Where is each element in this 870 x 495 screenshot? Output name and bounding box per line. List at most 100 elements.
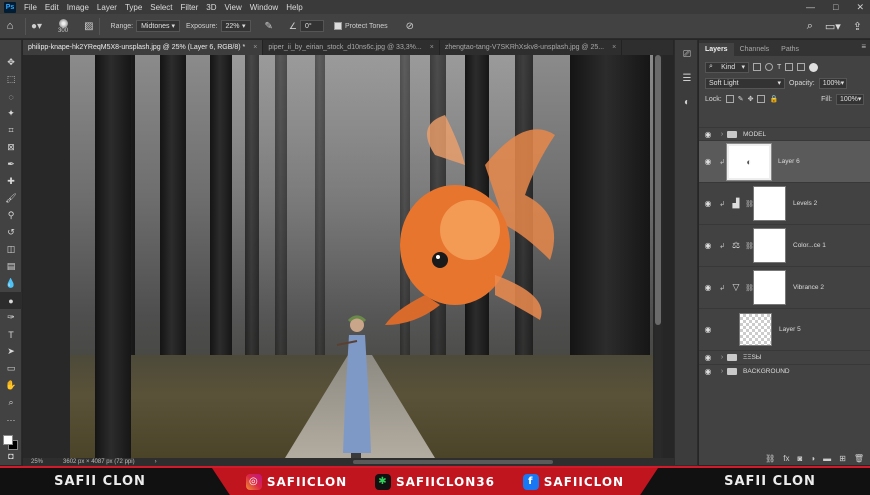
- lock-all-icon[interactable]: 🔒: [769, 95, 778, 103]
- chain-link-icon[interactable]: ⛓: [745, 200, 754, 208]
- move-tool-icon[interactable]: ✥: [0, 54, 22, 71]
- filter-smart-object-icon[interactable]: [797, 63, 806, 71]
- eye-icon[interactable]: ◉: [699, 283, 717, 292]
- new-layer-icon[interactable]: ⊞: [839, 454, 846, 463]
- menu-select[interactable]: Select: [146, 3, 176, 12]
- minimize-icon[interactable]: —: [806, 2, 815, 12]
- layer-mask-thumbnail[interactable]: [753, 270, 786, 305]
- angle-input[interactable]: 0°: [299, 20, 324, 32]
- eye-icon[interactable]: ◉: [699, 130, 717, 139]
- blur-tool-icon[interactable]: 💧: [0, 275, 22, 292]
- opacity-input[interactable]: 100% ▾: [818, 77, 847, 89]
- close-icon[interactable]: ✕: [856, 2, 864, 13]
- document-canvas[interactable]: [70, 55, 653, 458]
- gradient-tool-icon[interactable]: ▤: [0, 258, 22, 275]
- close-icon[interactable]: ×: [430, 44, 434, 51]
- layer-style-icon[interactable]: fx: [783, 454, 789, 463]
- brush-preset-picker[interactable]: 300: [52, 16, 74, 37]
- quick-mask-icon[interactable]: ◘: [0, 447, 22, 464]
- layer-row[interactable]: ◉ Layer 5: [699, 308, 870, 350]
- tab-document-1[interactable]: philipp-knape-hk2YReqM5X8-unsplash.jpg @…: [23, 40, 264, 55]
- chain-link-icon[interactable]: ⛓: [745, 242, 754, 250]
- rectangle-tool-icon[interactable]: ▭: [0, 360, 22, 377]
- pen-tool-icon[interactable]: ✑: [0, 309, 22, 326]
- menu-filter[interactable]: Filter: [177, 3, 203, 12]
- healing-brush-tool-icon[interactable]: ✚: [0, 173, 22, 190]
- path-selection-tool-icon[interactable]: ➤: [0, 343, 22, 360]
- chevron-right-icon[interactable]: ›: [717, 354, 727, 361]
- eraser-tool-icon[interactable]: ◫: [0, 241, 22, 258]
- menu-edit[interactable]: Edit: [41, 3, 63, 12]
- menu-file[interactable]: File: [20, 3, 41, 12]
- scroll-thumb[interactable]: [655, 55, 661, 325]
- layer-row[interactable]: ◉ › MODEL: [699, 127, 870, 140]
- close-icon[interactable]: ×: [612, 44, 616, 51]
- eye-icon[interactable]: ◉: [699, 367, 717, 376]
- lock-position-icon[interactable]: ✥: [748, 95, 754, 103]
- zoom-level[interactable]: 25%: [31, 459, 43, 465]
- protect-tones-checkbox[interactable]: Protect Tones: [333, 22, 388, 30]
- dodge-tool-preset-icon[interactable]: ●▾: [31, 21, 42, 32]
- range-select[interactable]: Midtones ▾: [136, 20, 180, 32]
- foreground-color-swatch[interactable]: [3, 435, 13, 445]
- marquee-tool-icon[interactable]: ⬚: [0, 71, 22, 88]
- layer-row[interactable]: ◉ ↲ ▽ ⛓ Vibrance 2: [699, 266, 870, 308]
- instagram-handle[interactable]: ◎ SAFIICLON: [245, 473, 347, 490]
- link-layers-icon[interactable]: ⛓: [765, 454, 775, 463]
- filter-shape-icon[interactable]: [785, 63, 794, 71]
- chain-link-icon[interactable]: ⛓: [745, 284, 754, 292]
- tab-paths[interactable]: Paths: [775, 43, 805, 56]
- clone-stamp-tool-icon[interactable]: ⚲: [0, 207, 22, 224]
- type-tool-icon[interactable]: T: [0, 326, 22, 343]
- tab-layers[interactable]: Layers: [699, 43, 734, 56]
- layer-row[interactable]: ◉ ↲ ⚖ ⛓ Color...ce 1: [699, 224, 870, 266]
- layer-row[interactable]: ◉ ↲ ◐ Layer 6: [699, 140, 870, 182]
- adjustments-panel-icon[interactable]: ◐: [675, 92, 699, 112]
- new-group-icon[interactable]: ▬: [823, 454, 831, 463]
- lock-transparency-icon[interactable]: [725, 95, 734, 103]
- eye-icon[interactable]: ◉: [699, 157, 717, 166]
- filter-type-icon[interactable]: T: [777, 64, 781, 71]
- tab-document-2[interactable]: piper_ii_by_eirian_stock_d10ns6c.jpg @ 3…: [263, 40, 440, 55]
- menu-window[interactable]: Window: [246, 3, 282, 12]
- eyedropper-tool-icon[interactable]: ✒: [0, 156, 22, 173]
- chevron-right-icon[interactable]: ›: [717, 368, 727, 375]
- menu-layer[interactable]: Layer: [93, 3, 121, 12]
- lock-pixels-icon[interactable]: ✎: [738, 95, 744, 103]
- layer-row[interactable]: ◉ ↲ ▟ ⛓ Levels 2: [699, 182, 870, 224]
- home-icon[interactable]: ⌂: [0, 20, 20, 32]
- filter-toggle-icon[interactable]: [809, 62, 819, 72]
- zoom-tool-icon[interactable]: ⌕: [0, 394, 22, 411]
- close-icon[interactable]: ×: [253, 44, 257, 51]
- facebook-handle[interactable]: f SAFIICLON: [522, 473, 624, 490]
- layer-mask-thumbnail[interactable]: [753, 186, 786, 221]
- blend-mode-select[interactable]: Soft Light ▾: [705, 77, 785, 89]
- tab-channels[interactable]: Channels: [734, 43, 776, 56]
- history-brush-tool-icon[interactable]: ↺: [0, 224, 22, 241]
- layer-row[interactable]: ◉ › ΞΞSЫ: [699, 350, 870, 364]
- menu-image[interactable]: Image: [63, 3, 93, 12]
- tab-document-3[interactable]: zhengtao-tang-V7SKRhXskv8-unsplash.jpg @…: [440, 40, 623, 55]
- layer-mask-thumbnail[interactable]: [753, 228, 786, 263]
- menu-view[interactable]: View: [221, 3, 246, 12]
- share-icon[interactable]: ⇪: [853, 20, 862, 33]
- canvas-area[interactable]: [23, 55, 663, 458]
- history-panel-icon[interactable]: ⎚: [675, 44, 699, 64]
- eye-icon[interactable]: ◉: [699, 199, 717, 208]
- eye-icon[interactable]: ◉: [699, 241, 717, 250]
- quick-select-tool-icon[interactable]: ✦: [0, 105, 22, 122]
- airbrush-icon[interactable]: ✎: [265, 21, 273, 32]
- layer-row[interactable]: ◉ › BACKGROUND: [699, 364, 870, 378]
- filter-adjustment-icon[interactable]: [765, 63, 773, 71]
- filter-pixel-icon[interactable]: [753, 63, 761, 71]
- chevron-right-icon[interactable]: ›: [717, 131, 727, 138]
- more-tools-icon[interactable]: ···: [0, 411, 22, 428]
- frame-tool-icon[interactable]: ⊠: [0, 139, 22, 156]
- menu-3d[interactable]: 3D: [202, 3, 220, 12]
- panel-menu-icon[interactable]: ≡: [861, 42, 866, 51]
- lock-artboard-icon[interactable]: [757, 95, 766, 103]
- eye-icon[interactable]: ◉: [699, 353, 717, 362]
- dodge-tool-icon[interactable]: ●: [0, 292, 22, 309]
- fill-input[interactable]: 100% ▾: [836, 93, 864, 105]
- search-icon[interactable]: ⌕: [807, 20, 813, 33]
